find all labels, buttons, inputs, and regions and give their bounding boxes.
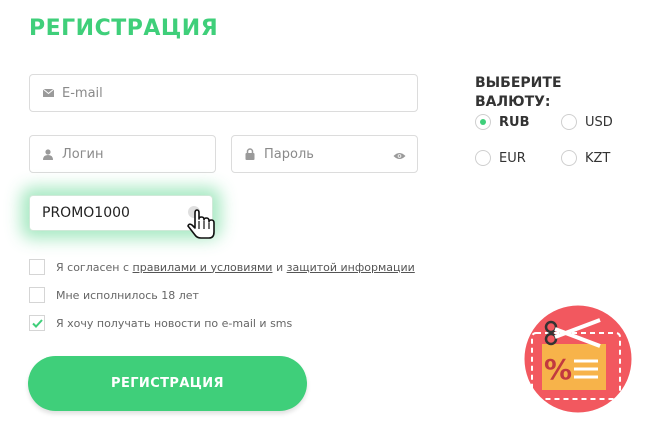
- email-input[interactable]: [62, 85, 417, 101]
- news-label: Я хочу получать новости по e-mail и sms: [56, 316, 293, 330]
- currency-radio-usd[interactable]: USD: [561, 114, 613, 130]
- percent-glyph: %: [544, 353, 572, 386]
- currency-option-label: KZT: [585, 150, 611, 166]
- age-checkbox-row: Мне исполнилось 18 лет: [29, 287, 199, 303]
- radio-button[interactable]: [561, 150, 577, 166]
- radio-button-selected[interactable]: [475, 114, 491, 130]
- email-field[interactable]: [29, 74, 418, 112]
- lock-icon: [244, 148, 256, 160]
- currency-radio-rub[interactable]: RUB: [475, 114, 529, 130]
- envelope-icon: [42, 87, 54, 99]
- currency-radio-kzt[interactable]: KZT: [561, 150, 610, 166]
- age-checkbox[interactable]: [29, 287, 45, 303]
- page-title: РЕГИСТРАЦИЯ: [29, 16, 219, 41]
- password-input[interactable]: [264, 146, 393, 162]
- terms-checkbox[interactable]: [29, 259, 45, 275]
- currency-label-line2: ВАЛЮТУ:: [475, 94, 551, 110]
- eye-icon[interactable]: [393, 145, 407, 164]
- user-icon: [42, 148, 54, 160]
- login-field[interactable]: [29, 135, 216, 173]
- radio-button[interactable]: [475, 150, 491, 166]
- privacy-link[interactable]: защитой информации: [287, 261, 415, 274]
- pointer-hand-icon: [184, 203, 224, 247]
- terms-and-text: и: [275, 260, 284, 274]
- register-button[interactable]: РЕГИСТРАЦИЯ: [28, 356, 307, 411]
- password-field[interactable]: [231, 135, 418, 173]
- news-checkbox[interactable]: [29, 315, 45, 331]
- currency-option-label: USD: [585, 114, 613, 130]
- checkmark-icon: [31, 318, 43, 328]
- currency-option-label: EUR: [499, 150, 526, 166]
- currency-radio-eur[interactable]: EUR: [475, 150, 526, 166]
- news-checkbox-row: Я хочу получать новости по e-mail и sms: [29, 315, 292, 331]
- terms-link[interactable]: правилами и условиями: [133, 261, 273, 274]
- promo-coupon-badge: %: [520, 301, 636, 421]
- currency-label-line1: ВЫБЕРИТЕ: [475, 75, 562, 91]
- terms-prefix-text: Я согласен с: [56, 260, 130, 274]
- currency-label: ВЫБЕРИТЕ ВАЛЮТУ:: [475, 74, 562, 112]
- radio-button[interactable]: [561, 114, 577, 130]
- currency-option-label: RUB: [499, 114, 530, 130]
- age-label: Мне исполнилось 18 лет: [56, 288, 199, 302]
- terms-checkbox-row: Я согласен с правилами и условиями и защ…: [29, 259, 415, 275]
- login-input[interactable]: [62, 146, 215, 162]
